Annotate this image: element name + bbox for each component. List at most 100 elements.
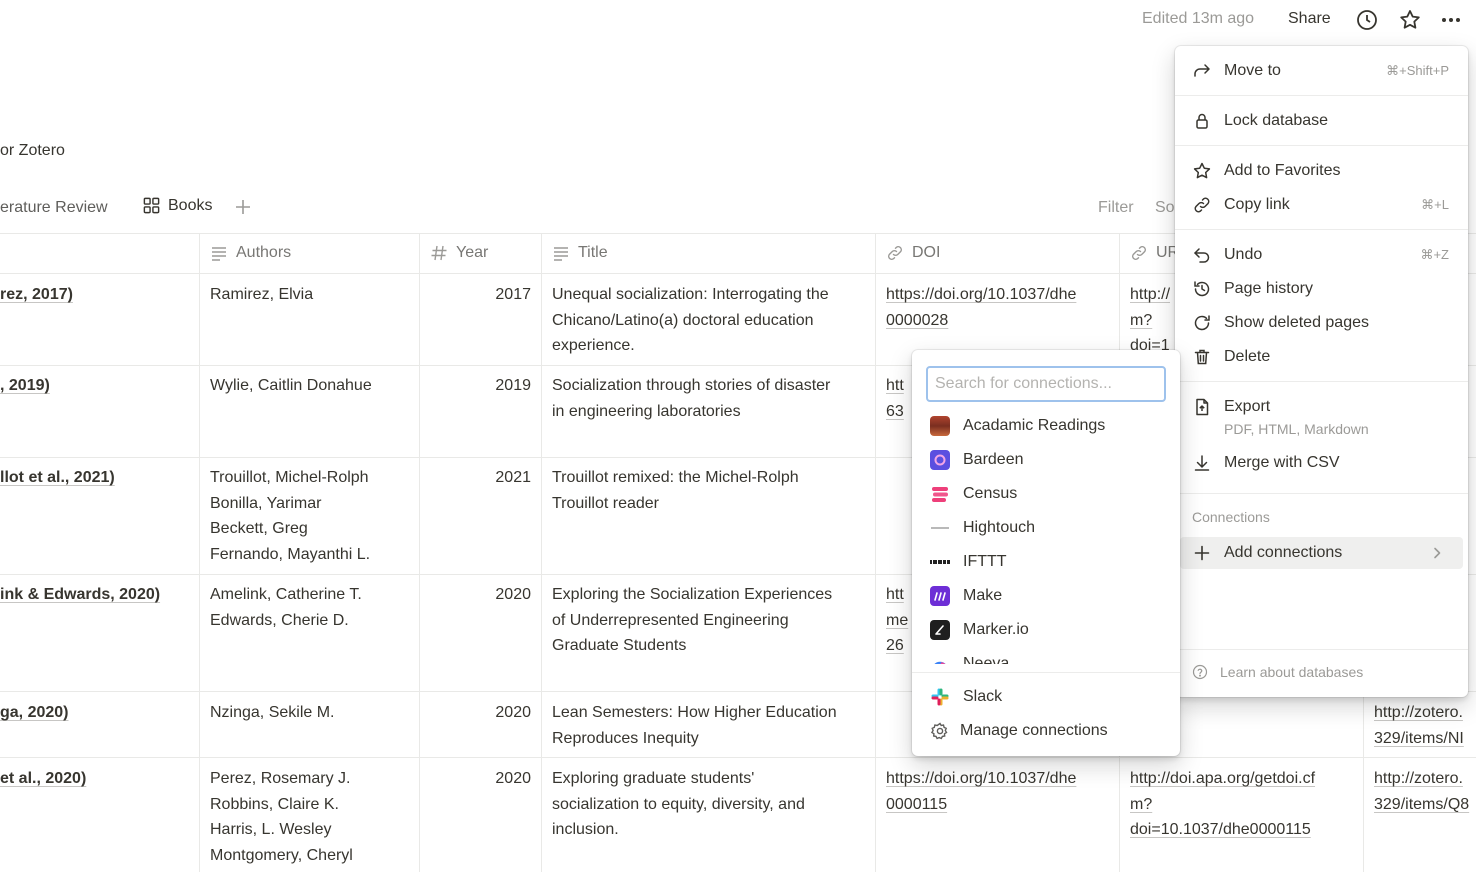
table-row-name[interactable]: ga, 2020) [0, 700, 195, 726]
slack-logo-icon [930, 687, 950, 707]
tab-literature-review[interactable]: erature Review [0, 199, 108, 217]
help-circle-icon [1192, 664, 1208, 680]
column-header-label: DOI [912, 244, 941, 261]
history-icon [1192, 279, 1212, 299]
authors-cell: Nzinga, Sekile M. [210, 704, 335, 721]
connection-item-make[interactable]: Make [917, 580, 1175, 612]
menu-item-label: Lock database [1224, 112, 1329, 129]
sort-button[interactable]: So [1155, 199, 1177, 217]
menu-item-export[interactable]: Export [1180, 391, 1463, 423]
connection-label: Hightouch [963, 519, 1036, 536]
share-button[interactable]: Share [1288, 10, 1331, 28]
connection-item-slack[interactable]: Slack [917, 681, 1175, 713]
connection-label: Census [963, 485, 1018, 502]
menu-item-label: Move to [1224, 62, 1281, 79]
shortcut-hint: ⌘+Shift+P [1386, 63, 1449, 78]
column-header-label: UR [1156, 244, 1175, 261]
title-cell: Trouillot remixed: the Michel-Rolph Trou… [552, 469, 799, 512]
column-header-year[interactable]: Year [420, 233, 541, 273]
shortcut-hint: ⌘+L [1421, 197, 1449, 212]
connection-label: Acadamic Readings [963, 417, 1106, 434]
year-cell: 2021 [495, 469, 531, 486]
star-icon[interactable] [1398, 8, 1422, 32]
menu-item-undo[interactable]: Undo ⌘+Z [1180, 239, 1463, 271]
link-property-icon [1130, 244, 1148, 262]
title-cell: Socialization through stories of disaste… [552, 377, 831, 420]
column-header-title[interactable]: Title [542, 233, 875, 273]
menu-item-show-deleted-pages[interactable]: Show deleted pages [1180, 307, 1463, 339]
more-icon[interactable] [1439, 8, 1463, 32]
menu-item-lock-database[interactable]: Lock database [1180, 105, 1463, 137]
doi-link[interactable]: https://doi.org/10.1037/dhe 0000115 [886, 766, 1116, 817]
authors-cell: Perez, Rosemary J. Robbins, Claire K. Ha… [210, 770, 353, 864]
menu-item-delete[interactable]: Delete [1180, 341, 1463, 373]
marker-io-logo-icon [930, 620, 950, 640]
database-title: or Zotero [0, 142, 65, 159]
connection-item-bardeen[interactable]: Bardeen [917, 444, 1175, 476]
connection-label: Make [963, 587, 1003, 604]
connection-item-census[interactable]: Census [917, 478, 1175, 510]
year-cell: 2017 [495, 286, 531, 303]
menu-item-page-history[interactable]: Page history [1180, 273, 1463, 305]
menu-item-label: Merge with CSV [1224, 454, 1340, 471]
menu-item-move-to[interactable]: Move to ⌘+Shift+P [1180, 55, 1463, 87]
manage-connections-label: Manage connections [960, 722, 1108, 739]
connection-item-marker-io[interactable]: Marker.io [917, 614, 1175, 646]
link-property-icon [886, 244, 904, 262]
connection-item-acadamic-readings[interactable]: Acadamic Readings [917, 410, 1175, 442]
table-row-name[interactable]: , 2019) [0, 373, 195, 399]
table-row-name[interactable]: llot et al., 2021) [0, 465, 195, 491]
page-options-menu: Move to ⌘+Shift+P Lock database Add to F… [1175, 46, 1468, 697]
arrow-right-icon [1192, 61, 1212, 81]
plus-icon [1192, 543, 1212, 563]
add-view-plus-icon[interactable] [233, 197, 253, 217]
edited-timestamp: Edited 13m ago [1142, 10, 1255, 27]
doi-link[interactable]: https://doi.org/10.1037/dhe 0000028 [886, 282, 1116, 333]
menu-item-add-to-favorites[interactable]: Add to Favorites [1180, 155, 1463, 187]
authors-cell: Trouillot, Michel-Rolph Bonilla, Yarimar… [210, 469, 371, 563]
column-header-label: Year [456, 244, 489, 261]
connections-search-input[interactable] [926, 366, 1166, 402]
menu-item-label: Export [1224, 398, 1271, 415]
connection-item-neeva[interactable]: Neeva [917, 648, 1175, 664]
learn-about-databases-link[interactable]: Learn about databases [1192, 664, 1363, 680]
column-header-doi[interactable]: DOI [876, 233, 1119, 273]
table-row-name[interactable]: et al., 2020) [0, 766, 195, 792]
star-icon [1192, 161, 1212, 181]
filter-button[interactable]: Filter [1098, 199, 1134, 217]
connections-list: Acadamic Readings Bardeen Census Hightou… [912, 410, 1180, 664]
menu-item-copy-link[interactable]: Copy link ⌘+L [1180, 189, 1463, 221]
table-row-name[interactable]: ink & Edwards, 2020) [0, 582, 195, 608]
menu-item-label: Add to Favorites [1224, 162, 1341, 179]
text-property-icon [552, 244, 570, 262]
doi-link[interactable]: htt me 26 [886, 582, 912, 659]
link-icon [1192, 195, 1212, 215]
menu-item-add-connections[interactable]: Add connections [1180, 537, 1463, 569]
column-header-label: Authors [236, 244, 292, 261]
connections-section-label: Connections [1192, 509, 1270, 525]
tab-books[interactable]: Books [142, 196, 212, 215]
connection-label: Neeva [963, 655, 1010, 664]
table-row-name[interactable]: rez, 2017) [0, 282, 195, 308]
url-link[interactable]: http://doi.apa.org/getdoi.cf m? doi=10.1… [1130, 766, 1360, 843]
connection-item-ifttt[interactable]: IFTTT [917, 546, 1175, 578]
connection-item-hightouch[interactable]: Hightouch [917, 512, 1175, 544]
ifttt-logo-icon [930, 552, 950, 572]
column-header-authors[interactable]: Authors [200, 233, 419, 273]
year-cell: 2019 [495, 377, 531, 394]
zotero-link[interactable]: http://zotero. 329/items/Q8 [1374, 766, 1476, 817]
clock-icon[interactable] [1355, 8, 1379, 32]
zotero-link[interactable]: http://zotero. 329/items/NI [1374, 700, 1476, 751]
title-cell: Unequal socialization: Interrogating the… [552, 286, 829, 355]
doi-link[interactable]: htt 63 [886, 373, 912, 424]
manage-connections-button[interactable]: Manage connections [917, 715, 1175, 747]
export-formats: PDF, HTML, Markdown [1224, 421, 1369, 437]
year-cell: 2020 [495, 586, 531, 603]
url-link[interactable]: http:// m? doi=1 [1130, 282, 1175, 352]
menu-item-label: Copy link [1224, 196, 1290, 213]
column-header-url[interactable]: UR [1120, 233, 1175, 273]
menu-item-label: Show deleted pages [1224, 314, 1369, 331]
menu-item-merge-with-csv[interactable]: Merge with CSV [1180, 447, 1463, 479]
census-logo-icon [930, 484, 950, 504]
trash-icon [1192, 347, 1212, 367]
